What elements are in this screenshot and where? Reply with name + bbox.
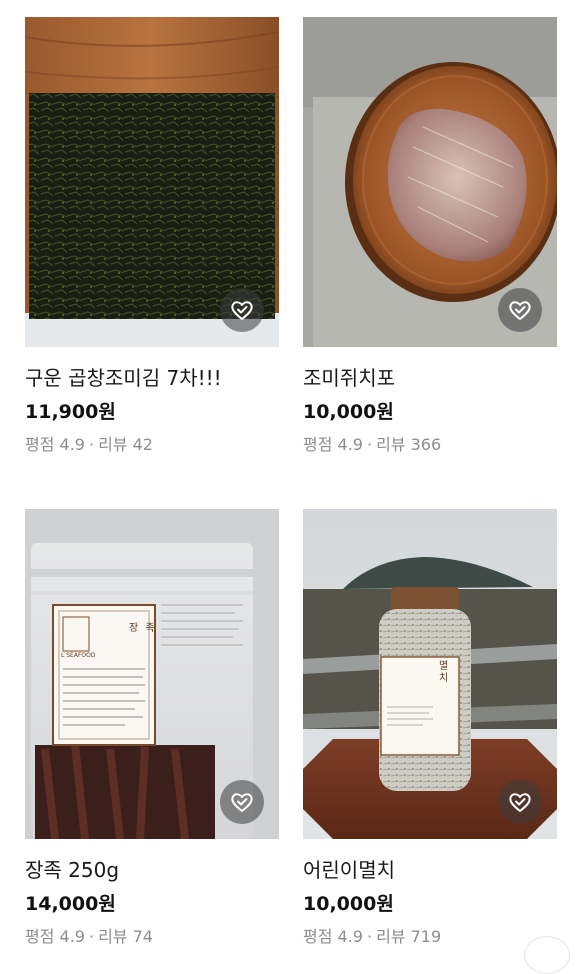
heart-check-icon: [231, 793, 253, 812]
floating-button[interactable]: [524, 936, 570, 974]
product-card[interactable]: 구운 곱창조미김 7차!!! 11,900원 평점 4.9 · 리뷰 42: [25, 17, 279, 455]
product-image-seaweed[interactable]: [25, 17, 279, 347]
product-card[interactable]: 멸 치 어린이멸치 10,000원 평점 4.9 · 리뷰 719: [303, 509, 557, 947]
review-count: 리뷰 719: [376, 927, 442, 946]
wishlist-button[interactable]: [220, 780, 264, 824]
product-name[interactable]: 어린이멸치: [303, 857, 557, 883]
product-name[interactable]: 조미쥐치포: [303, 365, 557, 391]
package-label: 멸 치: [439, 661, 449, 684]
review-count: 리뷰 42: [98, 435, 153, 454]
separator: ·: [366, 435, 373, 454]
review-count: 리뷰 366: [376, 435, 442, 454]
wishlist-button[interactable]: [220, 288, 264, 332]
product-card[interactable]: 장 족 L SEAFOOD 장족 250g 14,000원 평점 4.9 · 리뷰 …: [25, 509, 279, 947]
separator: ·: [88, 435, 95, 454]
product-meta: 평점 4.9 · 리뷰 366: [303, 435, 557, 455]
wishlist-button[interactable]: [498, 288, 542, 332]
rating-label: 평점 4.9: [303, 435, 363, 454]
review-count: 리뷰 74: [98, 927, 153, 946]
package-label: 장 족: [129, 623, 157, 634]
package-brand: L SEAFOOD: [61, 652, 96, 659]
rating-label: 평점 4.9: [303, 927, 363, 946]
separator: ·: [366, 927, 373, 946]
product-image-filefish[interactable]: [303, 17, 557, 347]
product-image-anchovy[interactable]: 멸 치: [303, 509, 557, 839]
heart-check-icon: [231, 301, 253, 320]
product-name[interactable]: 구운 곱창조미김 7차!!!: [25, 365, 279, 391]
wishlist-button[interactable]: [498, 780, 542, 824]
product-price: 10,000원: [303, 401, 394, 423]
heart-check-icon: [509, 301, 531, 320]
separator: ·: [88, 927, 95, 946]
product-meta: 평점 4.9 · 리뷰 74: [25, 927, 279, 947]
rating-label: 평점 4.9: [25, 927, 85, 946]
product-price: 14,000원: [25, 893, 116, 915]
product-meta: 평점 4.9 · 리뷰 719: [303, 927, 557, 947]
product-price: 10,000원: [303, 893, 394, 915]
rating-label: 평점 4.9: [25, 435, 85, 454]
product-card[interactable]: 조미쥐치포 10,000원 평점 4.9 · 리뷰 366: [303, 17, 557, 455]
product-image-squid-legs[interactable]: 장 족 L SEAFOOD: [25, 509, 279, 839]
heart-check-icon: [509, 793, 531, 812]
product-name[interactable]: 장족 250g: [25, 857, 279, 883]
product-price: 11,900원: [25, 401, 116, 423]
product-meta: 평점 4.9 · 리뷰 42: [25, 435, 279, 455]
